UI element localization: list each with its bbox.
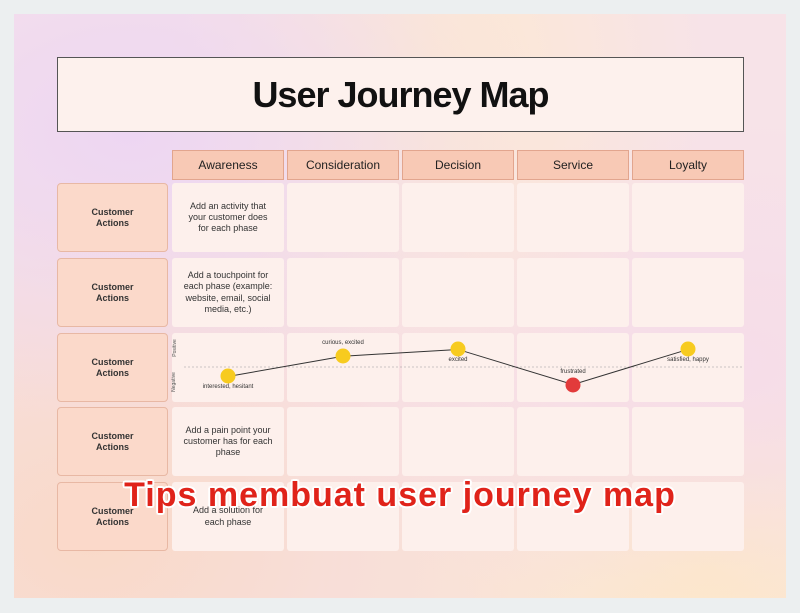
neutral-face-icon bbox=[220, 368, 236, 384]
emotion-label: interested, hesitant bbox=[202, 384, 254, 391]
grid-cell[interactable] bbox=[287, 258, 399, 327]
grinning-face-icon bbox=[335, 348, 351, 364]
watermark-caption: Tips membuat user journey map bbox=[124, 476, 676, 514]
grid-cell[interactable] bbox=[402, 258, 514, 327]
heart-eyes-face-icon bbox=[680, 341, 696, 357]
phase-header-loyalty: Loyalty bbox=[632, 150, 744, 180]
grid-cell[interactable]: Add a pain point your customer has for e… bbox=[172, 407, 284, 476]
grid-cell[interactable]: Add a touchpoint for each phase (example… bbox=[172, 258, 284, 327]
page-title: User Journey Map bbox=[252, 73, 549, 115]
negative-axis-label: Negative bbox=[170, 372, 177, 392]
title-box: User Journey Map bbox=[57, 57, 744, 132]
row-label: Customer Actions bbox=[57, 407, 168, 476]
emotion-label: excited bbox=[448, 357, 468, 364]
angry-face-icon bbox=[565, 377, 581, 393]
grid-cell[interactable] bbox=[287, 407, 399, 476]
phase-header-awareness: Awareness bbox=[172, 150, 284, 180]
phase-header-consideration: Consideration bbox=[287, 150, 399, 180]
phase-header-decision: Decision bbox=[402, 150, 514, 180]
row-label: Customer Actions bbox=[57, 183, 168, 252]
grid-cell[interactable] bbox=[517, 183, 629, 252]
grid-cell[interactable] bbox=[287, 183, 399, 252]
emotion-label: frustrated bbox=[560, 368, 586, 375]
grid-cell[interactable] bbox=[632, 258, 744, 327]
grid-cell[interactable] bbox=[402, 183, 514, 252]
positive-axis-label: Positive bbox=[171, 339, 178, 357]
grid-cell[interactable] bbox=[402, 407, 514, 476]
smiling-face-icon bbox=[450, 341, 466, 357]
row-label: Customer Actions bbox=[57, 258, 168, 327]
grid-cell[interactable] bbox=[632, 183, 744, 252]
row-label: Customer Actions bbox=[57, 333, 168, 402]
emotion-label: curious, excited bbox=[322, 340, 364, 347]
grid-cell[interactable]: Add an activity that your customer does … bbox=[172, 183, 284, 252]
grid-cell[interactable] bbox=[517, 258, 629, 327]
grid-cell[interactable] bbox=[517, 407, 629, 476]
grid-cell[interactable] bbox=[632, 407, 744, 476]
phase-header-service: Service bbox=[517, 150, 629, 180]
emotion-label: satisfied, happy bbox=[667, 357, 709, 364]
emotion-chart: Positive Negative interested, hesitant cu… bbox=[170, 333, 744, 402]
